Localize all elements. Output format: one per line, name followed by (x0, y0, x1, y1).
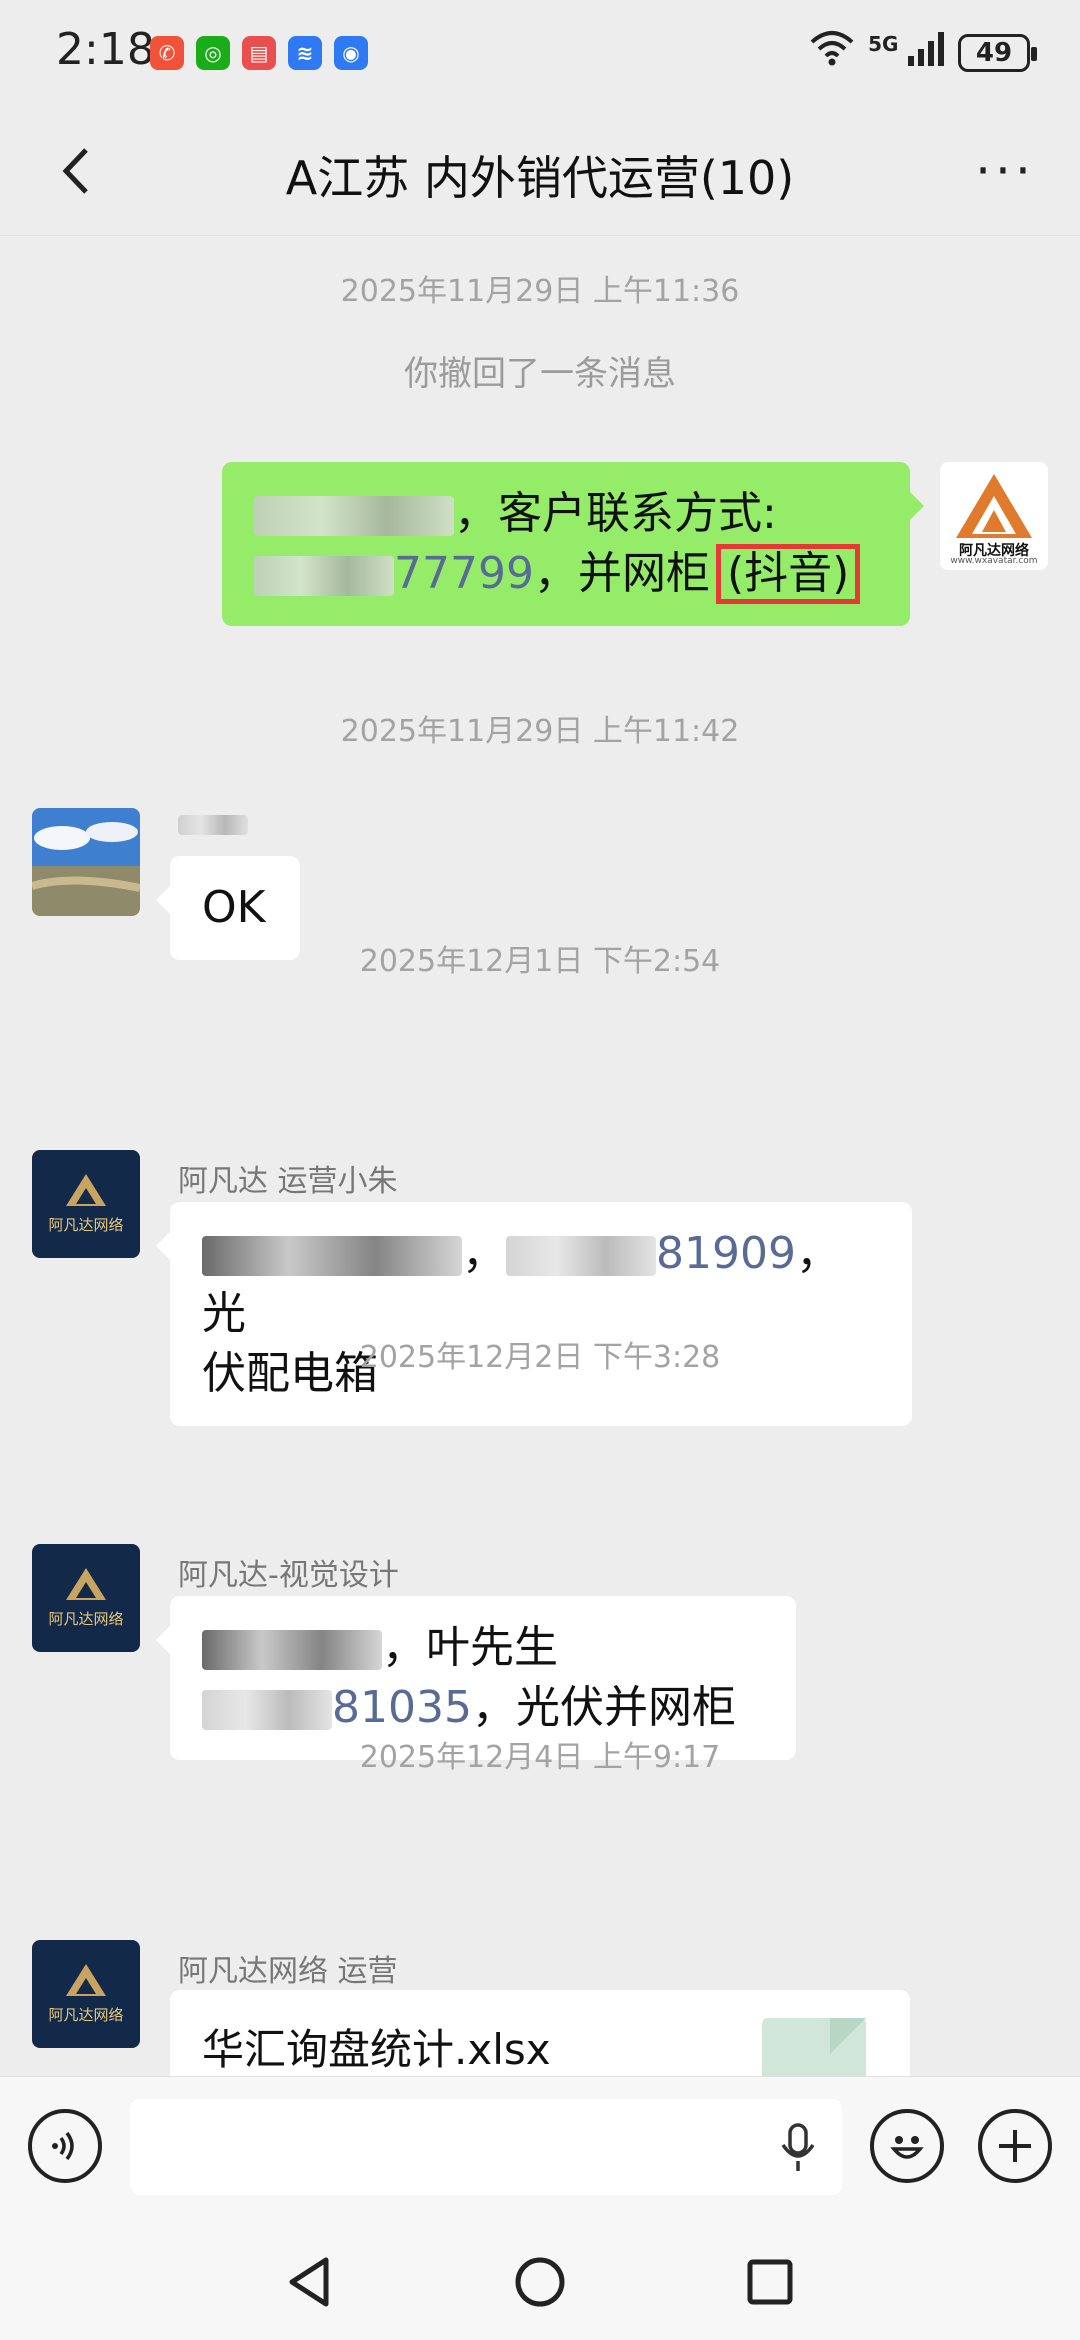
company-logo-text: 阿凡达网络 (48, 2006, 124, 2024)
file-message[interactable]: 华汇询盘统计.xlsx (170, 1990, 910, 2076)
sender-name: 阿凡达-视觉设计 (178, 1558, 399, 1593)
avatar-landscape[interactable] (32, 808, 140, 916)
redacted-text (202, 1236, 462, 1276)
highlight-annotation: (抖音) (715, 544, 861, 604)
company-logo-icon (66, 1568, 106, 1600)
message-text: ，叶先生 (382, 1622, 558, 1673)
avatar-company[interactable]: 阿凡达网络 (32, 1940, 140, 2048)
bulb-icon: ◉ (334, 36, 368, 70)
emoji-icon (890, 2136, 924, 2159)
phone-link[interactable]: 81035 (332, 1682, 472, 1733)
redacted-text (254, 496, 454, 536)
status-time: 2:18 (56, 24, 155, 75)
nav-home-icon[interactable] (510, 2252, 570, 2312)
avatar-company[interactable]: 阿凡达网络 (32, 1150, 140, 1258)
microphone-icon[interactable] (778, 2123, 818, 2173)
sender-name-redacted (178, 806, 248, 835)
timestamp: 2025年12月1日 下午2:54 (359, 944, 721, 979)
more-icon: ··· (975, 142, 1035, 200)
nav-back-icon[interactable] (280, 2252, 340, 2312)
company-logo-text: 阿凡达网络 (48, 1610, 124, 1628)
message-text: OK (202, 882, 266, 933)
message-text: ，光伏并网柜 (471, 1682, 736, 1733)
battery-level: 49 (975, 37, 1013, 68)
nav-recents-icon[interactable] (740, 2252, 800, 2312)
missed-call-icon: ✆ (150, 36, 184, 70)
voice-app-icon: ≋ (288, 36, 322, 70)
avatar-self[interactable]: 阿凡达网络 www.wxavatar.com (940, 462, 1048, 570)
wechat-icon: ◎ (196, 36, 230, 70)
phone-link[interactable]: 81909 (656, 1228, 796, 1279)
more-button[interactable]: ··· (970, 136, 1040, 206)
excel-file-icon (762, 2018, 866, 2076)
message-bubble[interactable]: ， 81909，光 伏配电箱 (156, 1202, 912, 1426)
status-bar: 2:18 ✆ ◎ ▤ ≋ ◉ 5G 49 (0, 0, 1080, 110)
timestamp: 2025年12月4日 上午9:17 (359, 1740, 721, 1775)
message-bubble-self[interactable]: ，客户联系方式: 77799，并网柜 (抖音) (222, 462, 924, 626)
chat-header: A江苏 内外销代运营(10) ··· (0, 110, 1080, 236)
input-bar (0, 2076, 1080, 2216)
network-type: 5G (868, 31, 899, 56)
avatar-company[interactable]: 阿凡达网络 (32, 1544, 140, 1652)
redacted-phone (506, 1236, 656, 1276)
timestamp: 2025年11月29日 上午11:42 (340, 714, 740, 749)
wifi-icon (810, 30, 854, 75)
voice-icon (52, 2131, 74, 2161)
company-logo-icon (66, 1174, 106, 1206)
landscape-photo-icon (32, 808, 140, 916)
timestamp: 2025年11月29日 上午11:36 (340, 274, 740, 309)
emoji-button[interactable] (870, 2109, 944, 2183)
battery-indicator: 49 (958, 33, 1037, 72)
voice-input-button[interactable] (28, 2109, 102, 2183)
chat-title[interactable]: A江苏 内外销代运营(10) (0, 142, 1080, 208)
redacted-text (202, 1630, 382, 1670)
redacted-phone (254, 556, 394, 596)
phone-link[interactable]: 77799 (394, 548, 534, 599)
recall-notice: 你撤回了一条消息 (404, 354, 676, 394)
company-logo-icon (66, 1964, 106, 1996)
status-right: 5G 49 (810, 30, 1037, 75)
chat-area[interactable]: 2025年11月29日 上午11:36 你撤回了一条消息 ，客户联系方式: 77… (0, 236, 1080, 2076)
avatar-logo-url: www.wxavatar.com (950, 556, 1038, 566)
plus-icon (999, 2130, 1031, 2162)
sender-name: 阿凡达网络 运营 (178, 1954, 398, 1989)
redacted-phone (202, 1690, 332, 1730)
signal-icon: 5G (868, 31, 944, 74)
more-actions-button[interactable] (978, 2109, 1052, 2183)
sender-name: 阿凡达 运营小朱 (178, 1164, 398, 1199)
message-input[interactable] (130, 2099, 842, 2195)
status-notification-icons: ✆ ◎ ▤ ≋ ◉ (150, 36, 368, 70)
system-nav-bar (0, 2216, 1080, 2340)
message-text: ，客户联系方式: (454, 488, 777, 539)
message-text: ，并网柜 (533, 548, 710, 599)
redacted-text (178, 814, 248, 835)
timestamp: 2025年12月2日 下午3:28 (359, 1340, 721, 1375)
book-icon: ▤ (242, 36, 276, 70)
company-logo-text: 阿凡达网络 (48, 1216, 124, 1234)
